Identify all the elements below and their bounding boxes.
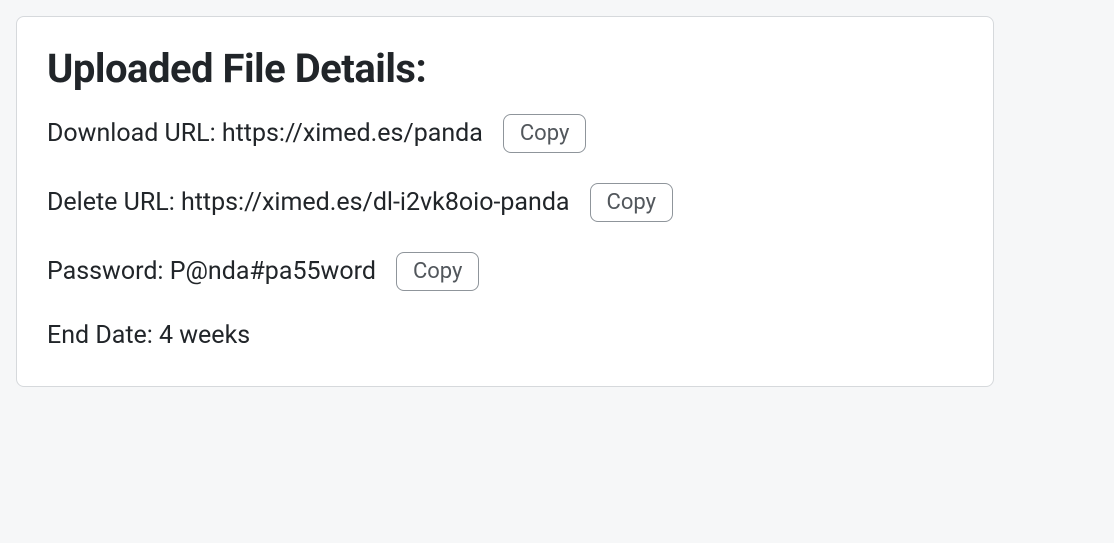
delete-url-row: Delete URL: https://ximed.es/dl-i2vk8oio… (47, 183, 963, 222)
end-date-row: End Date: 4 weeks (47, 321, 963, 350)
copy-download-url-button[interactable]: Copy (503, 114, 587, 153)
copy-delete-url-button[interactable]: Copy (590, 183, 674, 222)
copy-password-button[interactable]: Copy (396, 252, 480, 291)
delete-url-label: Delete URL: (47, 188, 181, 217)
password-text: Password: P@nda#pa55word (47, 257, 376, 286)
end-date-value: 4 weeks (159, 321, 250, 350)
uploaded-file-details-card: Uploaded File Details: Download URL: htt… (16, 16, 994, 387)
download-url-value: https://ximed.es/panda (222, 119, 483, 148)
delete-url-value: https://ximed.es/dl-i2vk8oio-panda (181, 188, 570, 217)
end-date-label: End Date: (47, 321, 159, 350)
password-value: P@nda#pa55word (170, 257, 376, 286)
download-url-text: Download URL: https://ximed.es/panda (47, 119, 483, 148)
password-label: Password: (47, 257, 170, 286)
delete-url-text: Delete URL: https://ximed.es/dl-i2vk8oio… (47, 188, 570, 217)
card-title: Uploaded File Details: (47, 45, 963, 92)
download-url-row: Download URL: https://ximed.es/panda Cop… (47, 114, 963, 153)
end-date-text: End Date: 4 weeks (47, 321, 250, 350)
download-url-label: Download URL: (47, 119, 222, 148)
password-row: Password: P@nda#pa55word Copy (47, 252, 963, 291)
